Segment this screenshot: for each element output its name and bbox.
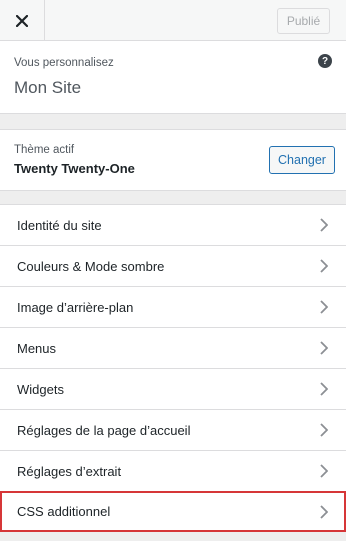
- customizing-label: Vous personnalisez: [14, 57, 114, 69]
- section-background-image[interactable]: Image d’arrière-plan: [0, 286, 346, 327]
- chevron-right-icon: [319, 382, 329, 396]
- customizer-header: Publié: [0, 0, 346, 41]
- active-theme-panel: Thème actif Twenty Twenty-One Changer: [0, 129, 346, 191]
- active-theme-name: Twenty Twenty-One: [14, 161, 135, 176]
- section-site-identity[interactable]: Identité du site: [0, 204, 346, 245]
- section-excerpt-settings[interactable]: Réglages d’extrait: [0, 450, 346, 491]
- customizer-sections: Identité du site Couleurs & Mode sombre …: [0, 204, 346, 532]
- section-menus[interactable]: Menus: [0, 327, 346, 368]
- section-additional-css[interactable]: CSS additionnel: [0, 491, 346, 532]
- chevron-right-icon: [319, 341, 329, 355]
- section-label: Widgets: [17, 381, 64, 397]
- section-homepage-settings[interactable]: Réglages de la page d’accueil: [0, 409, 346, 450]
- section-label: Menus: [17, 340, 57, 356]
- publish-button[interactable]: Publié: [277, 8, 330, 34]
- chevron-right-icon: [319, 464, 329, 478]
- section-label: CSS additionnel: [17, 504, 111, 519]
- section-label: Réglages de la page d’accueil: [17, 422, 191, 438]
- chevron-right-icon: [319, 218, 329, 232]
- chevron-right-icon: [319, 423, 329, 437]
- change-theme-button[interactable]: Changer: [269, 146, 335, 174]
- site-title: Mon Site: [14, 78, 82, 97]
- chevron-right-icon: [319, 504, 329, 519]
- customize-info: Vous personnalisez Mon Site ?: [0, 41, 346, 114]
- section-widgets[interactable]: Widgets: [0, 368, 346, 409]
- section-label: Couleurs & Mode sombre: [17, 258, 165, 274]
- chevron-right-icon: [319, 300, 329, 314]
- section-label: Identité du site: [17, 217, 102, 233]
- active-theme-label: Thème actif: [14, 144, 75, 156]
- close-button[interactable]: [0, 0, 45, 41]
- close-icon: [16, 14, 28, 27]
- section-colors-dark-mode[interactable]: Couleurs & Mode sombre: [0, 245, 346, 286]
- section-label: Réglages d’extrait: [17, 463, 122, 479]
- section-label: Image d’arrière-plan: [17, 299, 134, 315]
- chevron-right-icon: [319, 259, 329, 273]
- help-icon[interactable]: ?: [318, 54, 332, 68]
